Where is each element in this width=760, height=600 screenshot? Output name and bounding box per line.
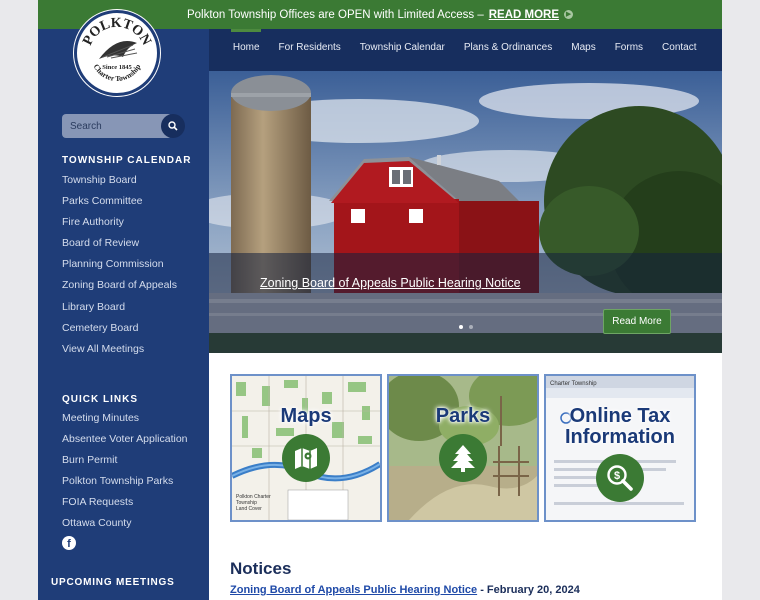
nav-item-plans-ordinances[interactable]: Plans & Ordinances [454,29,561,71]
quick-link-parks[interactable]: Polkton Township Parks [62,474,188,495]
calendar-heading: TOWNSHIP CALENDAR [62,155,192,166]
nav-list: Home For Residents Township Calendar Pla… [223,29,706,71]
quick-links-heading: QUICK LINKS [62,394,138,405]
hero-slideshow: Zoning Board of Appeals Public Hearing N… [209,71,722,353]
chevron-right-icon[interactable]: ▶ [564,10,574,19]
svg-text:POLKTON: POLKTON [80,16,153,48]
alert-read-more-link[interactable]: READ MORE [489,9,559,21]
quick-links-list: Meeting Minutes Absentee Voter Applicati… [62,411,188,538]
tile-online-tax-title: Online Tax Information [565,405,675,448]
svg-text:$: $ [614,470,620,482]
calendar-item-view-all[interactable]: View All Meetings [62,342,177,363]
tile-maps-title: Maps [280,405,332,427]
calendar-item-library-board[interactable]: Library Board [62,300,177,321]
feature-tiles: Polkton CharterTownshipLand Cover Maps [230,374,697,523]
logo-since: Since 1845 [102,64,132,71]
nav-item-maps[interactable]: Maps [562,29,605,71]
township-logo[interactable]: POLKTON Since 1845 Charter Township [74,10,160,96]
dollar-search-icon: $ [596,454,644,502]
notice-link[interactable]: Zoning Board of Appeals Public Hearing N… [230,584,477,596]
logo-seal: POLKTON Since 1845 Charter Township [80,16,153,83]
quick-link-absentee-voter[interactable]: Absentee Voter Application [62,432,188,453]
slide-dot[interactable] [469,325,473,329]
logo-name: POLKTON [80,16,153,48]
nav-item-forms[interactable]: Forms [605,29,652,71]
tile-parks-title: Parks [435,405,491,427]
calendar-item-zoning-board[interactable]: Zoning Board of Appeals [62,278,177,299]
nav-item-home[interactable]: Home [223,29,269,71]
hero-slide-title[interactable]: Zoning Board of Appeals Public Hearing N… [260,276,521,290]
quick-link-burn-permit[interactable]: Burn Permit [62,453,188,474]
search-box [62,114,185,138]
calendar-list: Township Board Parks Committee Fire Auth… [62,173,177,363]
search-icon [168,121,178,131]
quick-link-ottawa-county[interactable]: Ottawa County [62,516,188,537]
quick-link-meeting-minutes[interactable]: Meeting Minutes [62,411,188,432]
hero-caption-overlay [209,253,722,353]
nav-item-contact[interactable]: Contact [653,29,706,71]
map-icon [282,434,330,482]
tile-online-tax[interactable]: Charter Township Online Tax Information … [544,374,696,522]
slide-indicator [459,325,473,329]
calendar-item-planning-commission[interactable]: Planning Commission [62,257,177,278]
page: Polkton Township Offices are OPEN with L… [38,0,722,600]
notice-item: Zoning Board of Appeals Public Hearing N… [230,584,580,596]
nav-item-township-calendar[interactable]: Township Calendar [350,29,454,71]
tax-tile-header: Charter Township [550,381,597,387]
slide-dot-active[interactable] [459,325,463,329]
calendar-item-fire-authority[interactable]: Fire Authority [62,215,177,236]
tile-maps[interactable]: Polkton Charter Township Land Cover Maps [230,374,382,522]
search-input[interactable] [62,114,172,138]
facebook-icon[interactable]: f [62,536,76,550]
main-navbar: Home For Residents Township Calendar Pla… [209,29,722,71]
upcoming-meetings-heading: UPCOMING MEETINGS [51,577,175,588]
quick-link-foia[interactable]: FOIA Requests [62,495,188,516]
tree-icon [439,434,487,482]
notice-date: - February 20, 2024 [480,584,580,596]
tile-parks[interactable]: Parks [387,374,539,522]
nav-item-for-residents[interactable]: For Residents [269,29,350,71]
search-button[interactable] [161,114,185,138]
calendar-item-township-board[interactable]: Township Board [62,173,177,194]
hero-read-more-button[interactable]: Read More [603,309,671,334]
notices-heading: Notices [230,559,292,578]
calendar-item-board-of-review[interactable]: Board of Review [62,236,177,257]
calendar-item-cemetery-board[interactable]: Cemetery Board [62,321,177,342]
alert-text: Polkton Township Offices are OPEN with L… [186,8,484,21]
calendar-item-parks-committee[interactable]: Parks Committee [62,194,177,215]
